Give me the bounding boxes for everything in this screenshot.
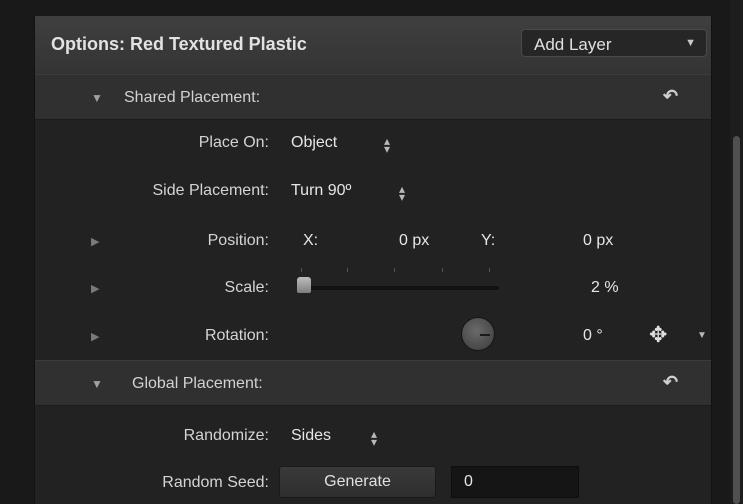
- add-layer-dropdown[interactable]: Add Layer ▼: [521, 29, 707, 57]
- dial-indicator: [480, 334, 490, 336]
- options-header: Options: Red Textured Plastic Add Layer …: [35, 16, 711, 75]
- disclosure-down-icon[interactable]: ▼: [91, 377, 103, 391]
- slider-tick: [489, 268, 490, 272]
- place-on-value[interactable]: Object: [291, 134, 337, 152]
- position-y-value[interactable]: 0 px: [583, 232, 613, 250]
- place-on-label: Place On:: [198, 134, 269, 151]
- side-placement-label: Side Placement:: [152, 182, 269, 199]
- disclosure-right-icon[interactable]: ▶: [91, 282, 99, 295]
- undo-icon[interactable]: ↶: [663, 86, 678, 107]
- disclosure-right-icon[interactable]: ▶: [91, 330, 99, 343]
- undo-icon[interactable]: ↶: [663, 372, 678, 393]
- position-x-value[interactable]: 0 px: [399, 232, 429, 250]
- generate-button[interactable]: Generate: [279, 466, 436, 498]
- slider-tick: [394, 268, 395, 272]
- popup-arrows-icon[interactable]: ▴ ▾: [399, 183, 405, 203]
- rotation-dial[interactable]: [461, 317, 495, 351]
- randomize-label: Randomize:: [183, 427, 269, 444]
- scale-slider[interactable]: [297, 264, 501, 294]
- slider-tick: [442, 268, 443, 272]
- popup-arrows-icon[interactable]: ▴ ▾: [371, 428, 377, 448]
- random-seed-field[interactable]: 0: [451, 466, 579, 498]
- chevron-down-icon[interactable]: ▼: [697, 330, 707, 341]
- add-layer-label: Add Layer: [534, 35, 612, 54]
- generate-button-label: Generate: [324, 473, 391, 490]
- random-seed-label: Random Seed:: [162, 474, 269, 491]
- shared-placement-header[interactable]: ▼ Shared Placement: ↶: [35, 74, 711, 120]
- vertical-scrollbar[interactable]: [730, 0, 743, 504]
- shared-placement-title: Shared Placement:: [124, 89, 261, 106]
- scrollbar-thumb[interactable]: [733, 136, 740, 504]
- random-seed-value: 0: [464, 473, 473, 490]
- scale-value[interactable]: 2 %: [591, 279, 619, 297]
- slider-track: [297, 286, 499, 290]
- move-crosshair-icon[interactable]: ✥: [649, 322, 667, 348]
- disclosure-right-icon[interactable]: ▶: [91, 235, 99, 248]
- global-placement-title: Global Placement:: [132, 375, 263, 392]
- slider-tick: [301, 268, 302, 272]
- options-panel: Options: Red Textured Plastic Add Layer …: [34, 16, 712, 504]
- global-placement-header[interactable]: ▼ Global Placement: ↶: [35, 360, 711, 406]
- side-placement-value[interactable]: Turn 90º: [291, 182, 351, 200]
- slider-tick: [347, 268, 348, 272]
- options-title: Options: Red Textured Plastic: [51, 34, 307, 54]
- position-label: Position:: [207, 232, 269, 249]
- rotation-label: Rotation:: [204, 327, 269, 344]
- popup-arrows-icon[interactable]: ▴ ▾: [384, 135, 390, 155]
- slider-thumb[interactable]: [297, 277, 311, 293]
- position-x-label: X:: [303, 232, 319, 249]
- randomize-value[interactable]: Sides: [291, 427, 331, 445]
- chevron-down-icon: ▼: [685, 37, 696, 49]
- position-y-label: Y:: [481, 232, 496, 249]
- scale-label: Scale:: [224, 279, 269, 296]
- rotation-value[interactable]: 0 °: [583, 327, 603, 345]
- disclosure-down-icon[interactable]: ▼: [91, 91, 103, 105]
